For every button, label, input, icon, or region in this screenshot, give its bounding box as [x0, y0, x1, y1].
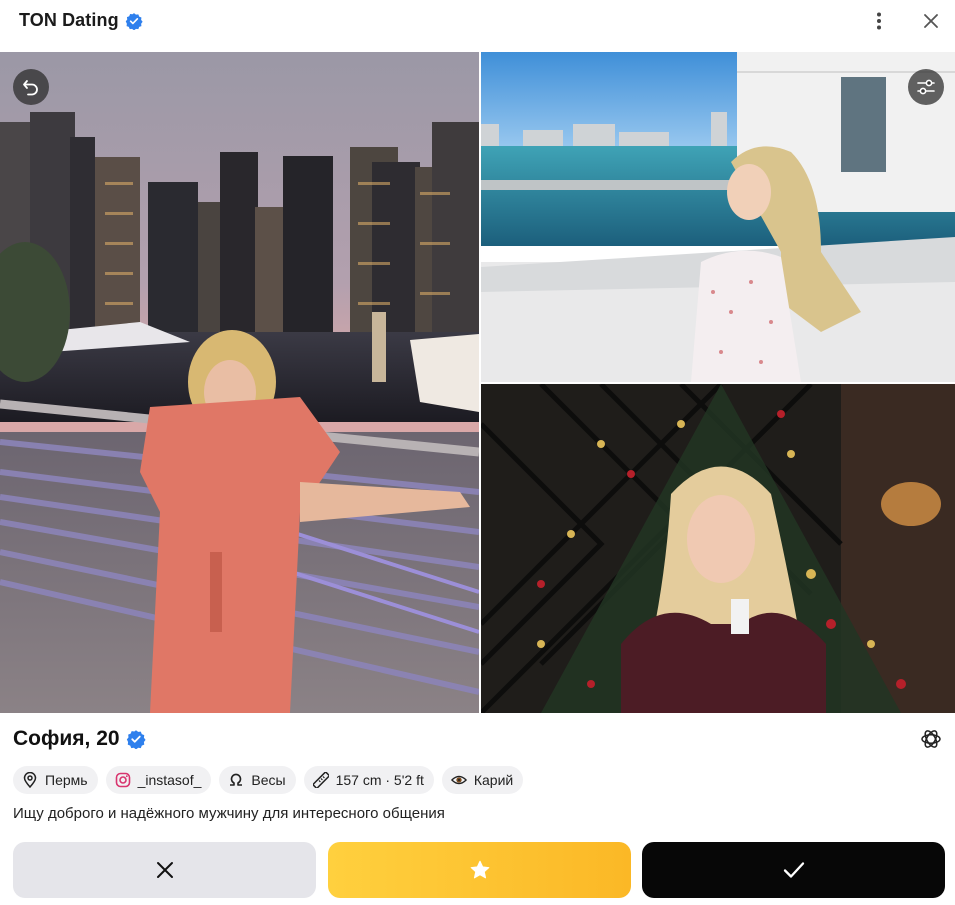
photo-christmas-tree	[481, 384, 955, 713]
verified-badge-icon	[126, 730, 146, 749]
close-icon	[924, 14, 938, 28]
instagram-icon	[115, 772, 131, 788]
check-icon	[783, 862, 804, 878]
more-options-button[interactable]	[866, 8, 892, 34]
zodiac-libra-icon	[228, 772, 244, 788]
photo-gallery	[0, 52, 955, 713]
undo-button[interactable]	[13, 69, 49, 105]
profile-photo-main[interactable]	[0, 52, 479, 713]
profile-header: София, 20	[13, 727, 146, 751]
chip-eye-color-label: Карий	[473, 772, 514, 788]
photo-seaside	[481, 52, 955, 382]
title-bar: TON Dating	[0, 0, 955, 42]
dislike-button[interactable]	[13, 842, 316, 898]
more-vertical-icon	[877, 12, 881, 30]
location-pin-icon	[22, 772, 38, 788]
ai-assistant-button[interactable]	[918, 726, 944, 752]
close-button[interactable]	[918, 8, 944, 34]
chip-zodiac: Весы	[219, 766, 296, 794]
chip-instagram[interactable]: _instasof_	[105, 766, 212, 794]
chip-height: 157 cm · 5'2 ft	[303, 766, 434, 794]
star-icon	[470, 860, 489, 879]
profile-bio: Ищу доброго и надёжного мужчину для инте…	[13, 805, 445, 822]
chip-city-label: Пермь	[45, 772, 88, 788]
profile-details: Пермь _instasof_ Весы 157 cm · 5'2 ft Ка…	[13, 766, 524, 794]
undo-icon	[23, 80, 38, 96]
action-bar	[13, 842, 945, 898]
photo-city-marina	[0, 52, 479, 713]
profile-name-age: София, 20	[13, 727, 120, 750]
app-title: TON Dating	[19, 10, 119, 30]
superlike-button[interactable]	[328, 842, 631, 898]
openai-icon	[921, 730, 941, 748]
eye-icon	[450, 772, 467, 788]
close-icon	[156, 862, 173, 878]
chip-eye-color: Карий	[441, 766, 524, 794]
filter-icon	[917, 79, 935, 95]
ruler-icon	[312, 772, 329, 788]
chip-city: Пермь	[13, 766, 98, 794]
filter-button[interactable]	[908, 69, 944, 105]
chip-instagram-label: _instasof_	[137, 772, 202, 788]
chip-zodiac-label: Весы	[251, 772, 286, 788]
profile-photo-2[interactable]	[481, 52, 955, 382]
like-button[interactable]	[642, 842, 945, 898]
chip-height-label: 157 cm · 5'2 ft	[335, 772, 424, 788]
verified-badge-icon	[125, 13, 143, 30]
profile-photo-3[interactable]	[481, 384, 955, 713]
